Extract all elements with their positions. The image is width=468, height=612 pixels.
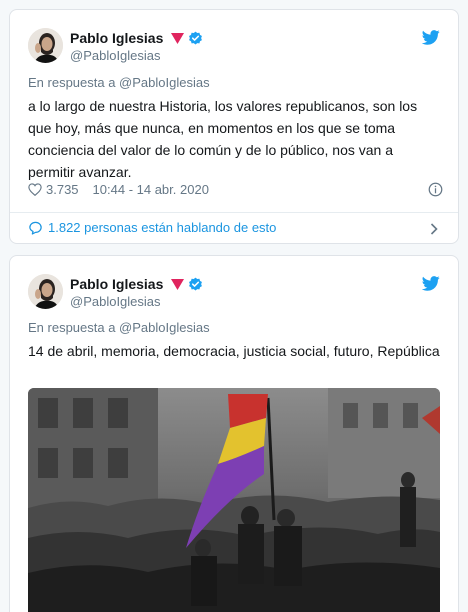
- author-handle[interactable]: @PabloIglesias: [70, 48, 161, 63]
- info-icon[interactable]: [428, 182, 443, 197]
- divider: [10, 212, 458, 213]
- tweet-text: 14 de abril, memoria, democracia, justic…: [28, 343, 440, 359]
- crowd-flag-image: [28, 388, 440, 612]
- reply-context[interactable]: En respuesta a @PabloIglesias: [28, 75, 210, 90]
- twitter-bird-icon[interactable]: [422, 30, 440, 45]
- rose-icon: [171, 32, 185, 44]
- like-count: 3.735: [46, 182, 79, 197]
- author-row: Pablo Iglesias: [70, 276, 203, 292]
- tweet-card[interactable]: Pablo Iglesias @PabloIglesias En respues…: [9, 9, 459, 244]
- chevron-right-icon[interactable]: [430, 223, 438, 235]
- tweet-meta: 3.735 10:44 - 14 abr. 2020: [28, 182, 443, 197]
- avatar[interactable]: [28, 274, 63, 309]
- speech-bubble-icon: [29, 221, 42, 235]
- rose-icon: [171, 278, 185, 290]
- tweet-text: a lo largo de nuestra Historia, los valo…: [28, 98, 418, 180]
- twitter-bird-icon[interactable]: [422, 276, 440, 291]
- reply-context[interactable]: En respuesta a @PabloIglesias: [28, 320, 210, 335]
- tweet-card[interactable]: Pablo Iglesias @PabloIglesias En respues…: [9, 255, 459, 612]
- author-handle[interactable]: @PabloIglesias: [70, 294, 161, 309]
- author-name[interactable]: Pablo Iglesias: [70, 30, 163, 46]
- conversation-link[interactable]: 1.822 personas están hablando de esto: [28, 220, 276, 235]
- tweet-photo[interactable]: [28, 388, 440, 612]
- conversation-text[interactable]: 1.822 personas están hablando de esto: [48, 220, 276, 235]
- avatar[interactable]: [28, 28, 63, 63]
- verified-icon: [189, 31, 203, 44]
- author-name[interactable]: Pablo Iglesias: [70, 276, 163, 292]
- verified-icon: [189, 277, 203, 290]
- heart-icon[interactable]: [28, 183, 42, 196]
- author-row: Pablo Iglesias: [70, 30, 203, 46]
- timestamp[interactable]: 10:44 - 14 abr. 2020: [93, 182, 209, 197]
